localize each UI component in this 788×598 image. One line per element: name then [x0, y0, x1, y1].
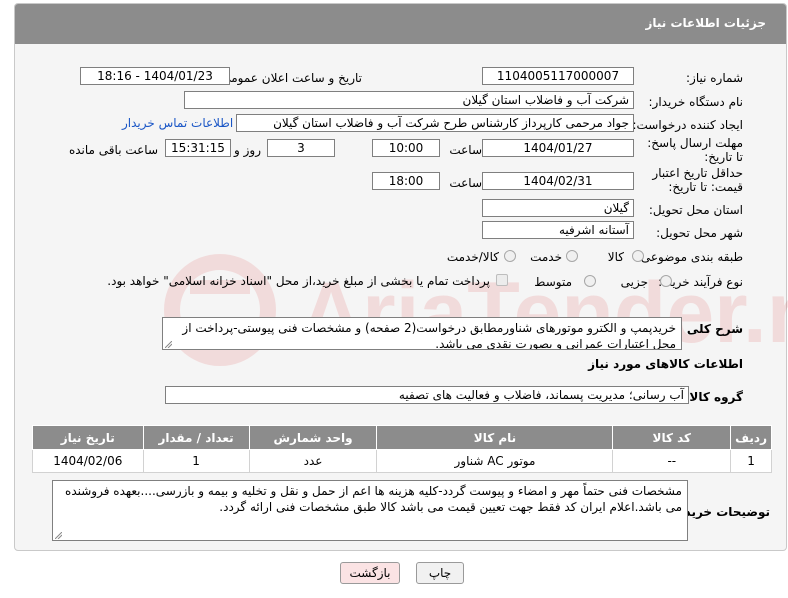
treasury-payment-note: پرداخت تمام یا بخشی از مبلغ خرید،از محل … [107, 274, 490, 288]
description-text: خریدپمپ و الکترو موتورهای شناورمطابق درخ… [182, 321, 676, 350]
remaining-time-field: 15:31:15 [165, 139, 231, 157]
category-radio-goods-service[interactable] [504, 250, 516, 262]
remaining-label: ساعت باقی مانده [68, 143, 158, 157]
price-date-field: 1404/02/31 [482, 172, 634, 190]
cell-row: 1 [730, 449, 772, 473]
price-time-field: 18:00 [372, 172, 440, 190]
announce-label: تاریخ و ساعت اعلان عمومی: [217, 71, 362, 85]
col-code-header: کد کالا [612, 425, 732, 450]
cell-date: 1404/02/06 [32, 449, 144, 473]
price-time-label: ساعت [449, 176, 482, 190]
back-button[interactable]: بازگشت [340, 562, 400, 584]
province-field: گیلان [482, 199, 634, 217]
buyer-org-label: نام دستگاه خریدار: [648, 95, 744, 109]
panel-header: جزئیات اطلاعات نیاز [15, 4, 786, 44]
process-radio-minor[interactable] [660, 275, 672, 287]
page-title: جزئیات اطلاعات نیاز [645, 16, 766, 30]
reply-time-label: ساعت [449, 143, 482, 157]
cell-name: موتور AC شناور [376, 449, 614, 473]
city-label: شهر محل تحویل: [656, 226, 743, 240]
days-label: روز و [234, 143, 261, 157]
process-radio-medium[interactable] [584, 275, 596, 287]
table-header-row: ردیف کد کالا نام کالا واحد شمارش تعداد /… [32, 425, 772, 450]
category-option-service: خدمت [530, 250, 562, 264]
treasury-payment-checkbox[interactable] [496, 274, 508, 286]
cell-quantity: 1 [142, 449, 250, 473]
announce-field: 1404/01/23 - 18:16 [80, 67, 230, 85]
col-name-header: نام کالا [376, 425, 614, 450]
city-field: آستانه اشرفیه [482, 221, 634, 239]
table-row: 1 -- موتور AC شناور عدد 1 1404/02/06 [32, 449, 772, 473]
category-option-goods: کالا [607, 250, 624, 264]
col-row-header: ردیف [730, 425, 772, 450]
print-button[interactable]: چاپ [416, 562, 464, 584]
requester-label: ایجاد کننده درخواست: [632, 118, 743, 132]
reply-deadline-label: مهلت ارسال پاسخ: تا تاریخ: [647, 136, 743, 164]
process-option-medium: متوسط [534, 275, 572, 289]
price-validity-label: حداقل تاریخ اعتبار قیمت: تا تاریخ: [652, 166, 743, 194]
goods-info-title: اطلاعات کالاهای مورد نیاز [588, 357, 743, 371]
buyer-notes-textarea[interactable]: مشخصات فنی حتماً مهر و امضاء و پیوست گرد… [52, 480, 688, 541]
resize-grip-icon[interactable] [55, 532, 62, 539]
days-field: 3 [267, 139, 335, 157]
items-table: ردیف کد کالا نام کالا واحد شمارش تعداد /… [32, 425, 772, 473]
col-quantity-header: تعداد / مقدار [142, 425, 250, 450]
process-option-minor: جزیی [620, 275, 648, 289]
reply-time-field: 10:00 [372, 139, 440, 157]
need-number-label: شماره نیاز: [686, 71, 743, 85]
goods-group-label: گروه کالا: [684, 390, 743, 404]
buyer-org-field: شرکت آب و فاضلاب استان گیلان [184, 91, 634, 109]
requester-field: جواد مرحمی کارپرداز کارشناس طرح شرکت آب … [236, 114, 634, 132]
reply-date-field: 1404/01/27 [482, 139, 634, 157]
province-label: استان محل تحویل: [648, 203, 743, 217]
col-unit-header: واحد شمارش [248, 425, 378, 450]
col-date-header: تاریخ نیاز [32, 425, 144, 450]
buyer-notes-text: مشخصات فنی حتماً مهر و امضاء و پیوست گرد… [65, 484, 682, 514]
cell-unit: عدد [248, 449, 378, 473]
category-radio-service[interactable] [566, 250, 578, 262]
category-radio-goods[interactable] [632, 250, 644, 262]
category-option-goods-service: کالا/خدمت [446, 250, 499, 264]
resize-grip-icon[interactable] [165, 341, 172, 348]
goods-group-field: آب رسانی؛ مدیریت پسماند، فاضلاب و فعالیت… [165, 386, 689, 404]
cell-code: -- [612, 449, 732, 473]
description-textarea[interactable]: خریدپمپ و الکترو موتورهای شناورمطابق درخ… [162, 317, 682, 350]
category-label: طبقه بندی موضوعی: [636, 250, 743, 264]
need-number-field: 1104005117000007 [482, 67, 634, 85]
contact-info-link[interactable]: اطلاعات تماس خریدار [122, 116, 233, 130]
